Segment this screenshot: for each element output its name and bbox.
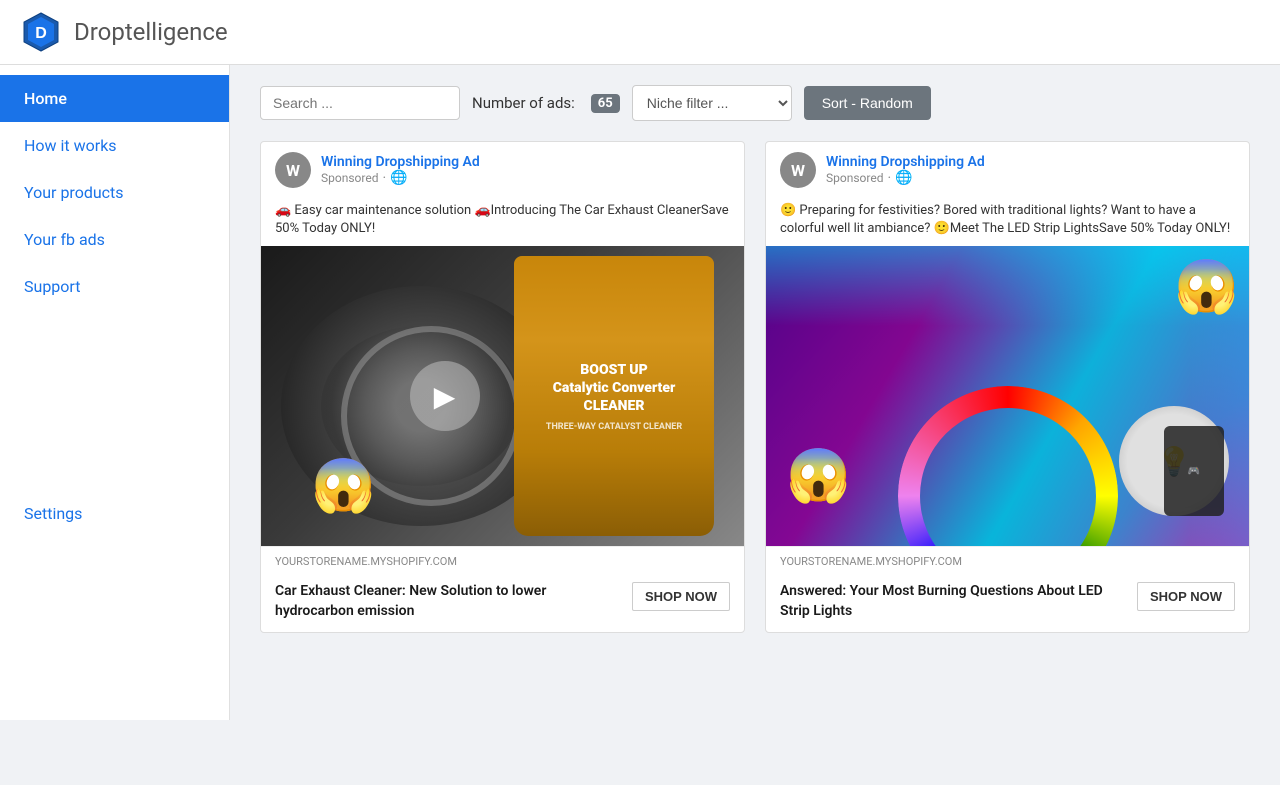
ads-count-label: Number of ads: [472,94,575,112]
ad-1-image: ▶ BOOST UPCatalytic ConverterCLEANER THR… [261,246,744,546]
ad-1-header-info: Winning Dropshipping Ad Sponsored · 🌐 [321,154,730,186]
ad-2-title: Winning Dropshipping Ad [826,154,1235,170]
ad-2-store-url: YOURSTORENAME.MYSHOPIFY.COM [780,555,1235,568]
ad-2-sponsored: Sponsored · 🌐 [826,170,1235,186]
ad-card-1-header: W Winning Dropshipping Ad Sponsored · 🌐 [261,142,744,198]
ad-1-product-name: Car Exhaust Cleaner: New Solution to low… [275,582,616,621]
main-content: Number of ads: 65 Niche filter ...AutoHo… [230,65,1280,720]
ad-2-header-info: Winning Dropshipping Ad Sponsored · 🌐 [826,154,1235,186]
ad-2-avatar: W [780,152,816,188]
ads-count-badge: 65 [591,94,620,113]
sidebar-item-settings[interactable]: Settings [0,490,229,537]
ad-card-1: W Winning Dropshipping Ad Sponsored · 🌐 … [260,141,745,633]
ad-1-store-url: YOURSTORENAME.MYSHOPIFY.COM [275,555,730,568]
ad-1-avatar: W [275,152,311,188]
header: D Droptelligence [0,0,1280,65]
ad-1-title: Winning Dropshipping Ad [321,154,730,170]
ad-2-shop-now-button[interactable]: SHOP NOW [1137,582,1235,611]
ad-card-2: W Winning Dropshipping Ad Sponsored · 🌐 … [765,141,1250,633]
ad-2-body-text: 🙂 Preparing for festivities? Bored with … [766,198,1249,246]
layout: Home How it works Your products Your fb … [0,65,1280,720]
ad-1-product-row: Car Exhaust Cleaner: New Solution to low… [261,576,744,631]
toolbar: Number of ads: 65 Niche filter ...AutoHo… [260,85,1250,121]
ad-1-body-text: 🚗 Easy car maintenance solution 🚗Introdu… [261,198,744,246]
sidebar-item-your-products[interactable]: Your products [0,169,229,216]
ad-1-product-bottle: BOOST UPCatalytic ConverterCLEANER THREE… [514,256,714,536]
sort-random-button[interactable]: Sort - Random [804,86,931,120]
ad-2-footer: YOURSTORENAME.MYSHOPIFY.COM [766,546,1249,576]
logo-icon: D [20,11,62,53]
ad-2-product-row: Answered: Your Most Burning Questions Ab… [766,576,1249,631]
ad-card-2-header: W Winning Dropshipping Ad Sponsored · 🌐 [766,142,1249,198]
play-button-icon[interactable]: ▶ [410,361,480,431]
ads-grid: W Winning Dropshipping Ad Sponsored · 🌐 … [260,141,1250,633]
svg-text:D: D [35,25,47,42]
logo-container: D Droptelligence [20,11,228,53]
ad-1-emoji: 😱 [311,455,376,516]
sidebar: Home How it works Your products Your fb … [0,65,230,720]
search-input[interactable] [260,86,460,120]
sidebar-item-how-it-works[interactable]: How it works [0,122,229,169]
ad-2-emoji-top: 😱 [1174,256,1239,317]
ad-1-sponsored: Sponsored · 🌐 [321,170,730,186]
ad-2-product-name: Answered: Your Most Burning Questions Ab… [780,582,1121,621]
ad-1-shop-now-button[interactable]: SHOP NOW [632,582,730,611]
sidebar-item-support[interactable]: Support [0,263,229,310]
ad-1-footer: YOURSTORENAME.MYSHOPIFY.COM [261,546,744,576]
niche-filter-select[interactable]: Niche filter ...AutoHomeElectronicsBeaut… [632,85,792,121]
sidebar-item-home[interactable]: Home [0,75,229,122]
app-title: Droptelligence [74,18,228,46]
sidebar-item-your-fb-ads[interactable]: Your fb ads [0,216,229,263]
ad-2-image: 😱 😱 💡 🎮 [766,246,1249,546]
ad-2-emoji-bottom: 😱 [786,445,851,506]
